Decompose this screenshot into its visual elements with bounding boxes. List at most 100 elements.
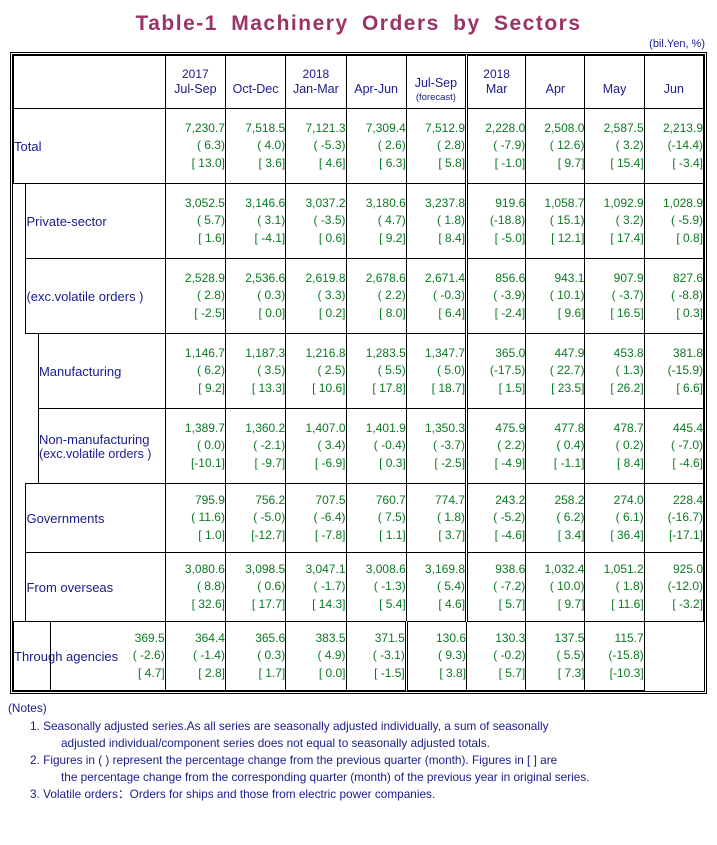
qoq-change: ( -1.4)	[192, 648, 225, 663]
qoq-change: ( -1.7)	[313, 579, 346, 594]
yoy-change: [ -1.0]	[494, 155, 526, 170]
yoy-change: [ 3.8]	[439, 665, 467, 680]
yoy-change: [ 1.1]	[379, 527, 406, 542]
qoq-change: ( 2.8)	[196, 288, 225, 303]
value: 2,536.6	[245, 271, 286, 286]
qoq-change: ( 5.5)	[377, 363, 406, 378]
qoq-change: ( 0.2)	[615, 438, 644, 453]
value: 115.7	[614, 631, 644, 646]
value: 856.6	[495, 271, 526, 286]
cell-total-4: 7,512.9 ( 2.8) [ 5.8]	[405, 108, 468, 184]
cell-private-sector-4: 3,237.8 ( 1.8) [ 8.4]	[405, 183, 468, 259]
value: 1,092.9	[603, 196, 644, 211]
value: 925.0	[672, 562, 703, 577]
yoy-change: [ 4.7]	[138, 665, 165, 680]
qoq-change: (-16.7)	[667, 510, 703, 525]
yoy-change: [ 0.0]	[258, 305, 286, 320]
qoq-change: ( 0.3)	[257, 288, 286, 303]
qoq-change: ( 15.1)	[549, 213, 585, 228]
yoy-change: [ 17.7]	[251, 596, 286, 611]
qoq-change: ( -7.0)	[670, 438, 703, 453]
value: 475.9	[495, 421, 526, 436]
qoq-change: ( 5.5)	[556, 648, 585, 663]
qoq-change: ( -5.2)	[493, 510, 526, 525]
cell-total-8: 2,213.9 (-14.4) [ -3.4]	[643, 108, 705, 184]
table-row: Manufacturing 1,146.7 ( 6.2) [ 9.2] 1,18…	[14, 333, 705, 409]
cell-manufacturing-3: 1,283.5 ( 5.5) [ 17.8]	[345, 333, 407, 409]
value: 1,407.0	[305, 421, 346, 436]
cell-governments-5: 243.2 ( -5.2) [ -4.6]	[465, 483, 527, 553]
qoq-change: ( -0.4)	[373, 438, 406, 453]
cell-from-overseas-8: 925.0 (-12.0) [ -3.2]	[643, 552, 705, 622]
cell-manufacturing-6: 447.9 ( 22.7) [ 23.5]	[525, 333, 586, 409]
cell-private-exc-2: 2,619.8 ( 3.3) [ 0.2]	[285, 258, 347, 334]
yoy-change: [ 5.7]	[498, 596, 526, 611]
value: 1,028.9	[662, 196, 703, 211]
cell-through-agencies-3: 383.5 ( 4.9) [ 0.0]	[285, 621, 347, 691]
qoq-change: ( 3.5)	[257, 363, 286, 378]
qoq-change: ( -5.0)	[253, 510, 286, 525]
value: 243.2	[495, 493, 526, 508]
header-label-1: Oct-Dec	[232, 82, 279, 97]
value: 7,230.7	[184, 121, 225, 136]
machinery-orders-table: 2017 Jul-Sep Oct-Dec 2018 Jan-Mar Apr-Ju…	[12, 55, 705, 691]
header-col-8: Jun	[643, 55, 705, 109]
value: 1,146.7	[184, 346, 225, 361]
row-label-governments: Governments	[25, 483, 166, 553]
cell-governments-3: 760.7 ( 7.5) [ 1.1]	[345, 483, 407, 553]
yoy-change: [ 17.8]	[372, 380, 406, 395]
header-label-4: Jul-Sep	[414, 75, 458, 90]
yoy-change: [ -4.9]	[494, 455, 526, 470]
value: 827.6	[672, 271, 703, 286]
cell-total-2: 7,121.3 ( -5.3) [ 4.6]	[285, 108, 347, 184]
table-row: Private-sector 3,052.5 ( 5.7) [ 1.6] 3,1…	[14, 183, 705, 259]
cell-private-sector-5: 919.6 (-18.8) [ -5.0]	[465, 183, 527, 259]
qoq-change: ( 9.3)	[438, 648, 467, 663]
note-item-2: 2. Figures in ( ) represent the percenta…	[30, 752, 717, 786]
yoy-change: [ 1.5]	[498, 380, 526, 395]
yoy-change: [ 8.4]	[617, 455, 644, 470]
yoy-change: [ 3.7]	[438, 527, 466, 542]
yoy-change: [ 17.4]	[610, 230, 644, 245]
yoy-change: [ -7.8]	[314, 527, 346, 542]
qoq-change: ( -3.1)	[372, 648, 405, 663]
header-label-8: Jun	[663, 82, 684, 97]
qoq-change: ( 0.3)	[257, 648, 286, 663]
value: 2,228.0	[485, 121, 526, 136]
value: 2,619.8	[305, 271, 346, 286]
qoq-change: ( 2.8)	[437, 138, 466, 153]
cell-through-agencies-5: 130.6 ( 9.3) [ 3.8]	[404, 621, 468, 691]
value: 3,237.8	[424, 196, 466, 211]
yoy-change: [ 1.0]	[198, 527, 225, 542]
cell-non-manufacturing-4: 1,350.3 ( -3.7) [ -2.5]	[405, 408, 468, 484]
value: 707.5	[315, 493, 346, 508]
yoy-change: [ 32.6]	[191, 596, 225, 611]
qoq-change: ( 1.8)	[437, 213, 466, 228]
yoy-change: [ 6.6]	[676, 380, 703, 395]
qoq-change: ( 0.0)	[196, 438, 225, 453]
cell-through-agencies-8: 115.7 (-15.8) [-10.3]	[584, 621, 645, 691]
note-number-3: 3.	[30, 787, 40, 802]
value: 477.8	[554, 421, 585, 436]
cell-private-sector-7: 1,092.9 ( 3.2) [ 17.4]	[584, 183, 645, 259]
yoy-change: [ 13.3]	[251, 380, 286, 395]
note-item-1: 1. Seasonally adjusted series.As all ser…	[30, 718, 717, 752]
cell-governments-0: 795.9 ( 11.6) [ 1.0]	[164, 483, 226, 553]
value: 383.5	[315, 631, 346, 646]
yoy-change: [ 10.6]	[312, 380, 346, 395]
value: 7,512.9	[424, 121, 466, 136]
yoy-change: [ 5.8]	[438, 155, 466, 170]
cell-private-exc-8: 827.6 ( -8.8) [ 0.3]	[643, 258, 705, 334]
header-col-5: 2018 Mar	[465, 55, 527, 109]
qoq-change: ( 3.2)	[615, 213, 644, 228]
value: 3,080.6	[184, 562, 225, 577]
value: 364.4	[194, 631, 225, 646]
qoq-change: (-14.4)	[667, 138, 703, 153]
qoq-change: ( 5.0)	[437, 363, 466, 378]
value: 365.0	[495, 346, 526, 361]
cell-from-overseas-7: 1,051.2 ( 1.8) [ 11.6]	[584, 552, 645, 622]
value: 365.6	[255, 631, 286, 646]
qoq-change: ( 2.2)	[497, 438, 526, 453]
qoq-change: ( 5.4)	[437, 579, 466, 594]
value: 130.6	[436, 631, 467, 646]
